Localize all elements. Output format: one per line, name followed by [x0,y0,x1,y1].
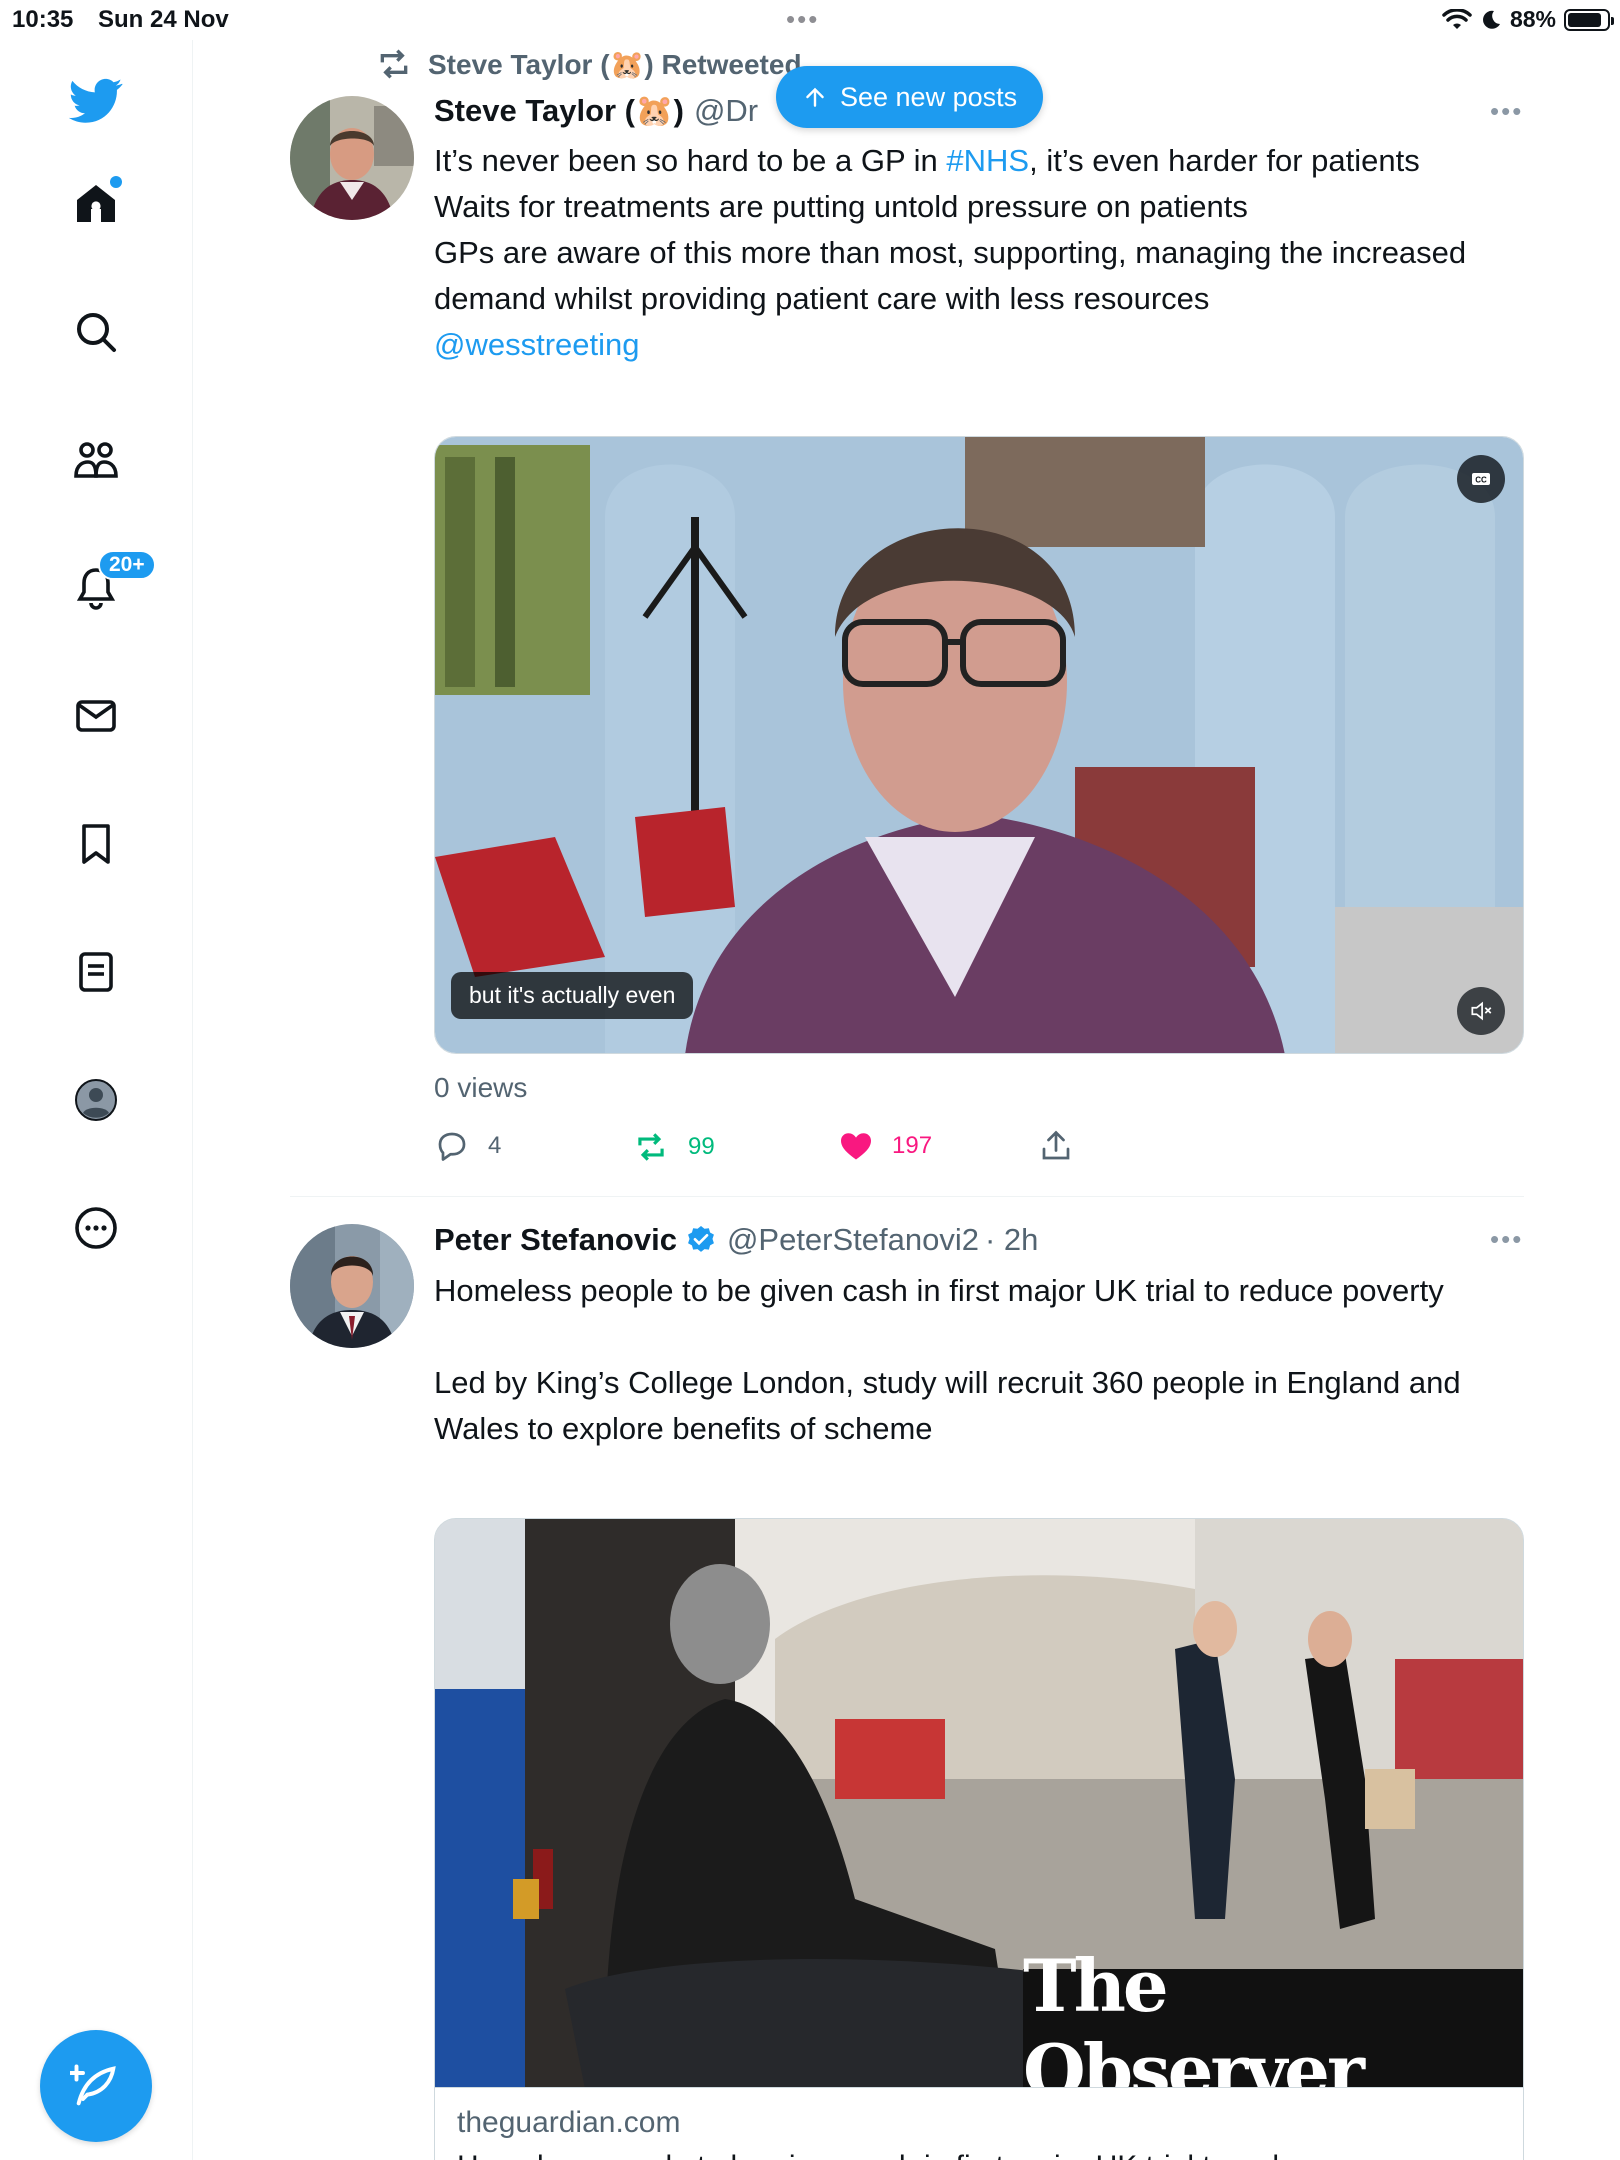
sidebar-nav: 20+ [0,40,193,2160]
share-button[interactable] [1038,1128,1074,1164]
reply-button[interactable]: 4 [434,1128,501,1164]
sidebar-item-communities[interactable] [64,428,128,492]
notifications-badge: 20+ [98,550,156,580]
profile-avatar-icon [75,1079,117,1121]
sidebar-item-more[interactable] [64,1196,128,1260]
status-right: 88% [1442,6,1614,33]
see-new-posts-button[interactable]: See new posts [776,66,1044,128]
sidebar-item-notifications[interactable]: 20+ [64,550,156,620]
hashtag-link[interactable]: #NHS [946,143,1029,178]
reply-count: 4 [488,1132,502,1159]
status-date: Sun 24 Nov [98,6,229,33]
like-button[interactable]: 197 [838,1128,932,1164]
author-handle[interactable]: @Dr [694,93,758,129]
battery-percent: 88% [1509,6,1556,32]
closed-captions-button[interactable]: CC [1457,455,1505,503]
tweet-paragraph: Led by King’s College London, study will… [434,1365,1461,1446]
multitasking-dots-icon[interactable]: ••• [786,4,819,35]
retweet-icon [380,49,408,79]
heart-filled-icon [841,1133,871,1160]
tweet-time[interactable]: · 2h [985,1222,1038,1258]
tweet-text-part: , it’s even harder for patients [1029,143,1420,178]
search-icon [77,313,116,352]
mention-link[interactable]: @wesstreeting [434,327,640,362]
card-title: Homeless people to be given cash in firs… [457,2150,1352,2160]
like-count: 197 [892,1132,933,1159]
sidebar-item-profile[interactable] [64,1068,128,1132]
speaker-muted-icon [1471,1001,1492,1021]
status-bar: 10:35 Sun 24 Nov ••• 88% [0,0,1620,40]
tweet-more-icon[interactable]: ••• [1490,1224,1523,1255]
svg-text:CC: CC [1475,476,1487,485]
video-player[interactable]: CC but it's actually even [434,436,1524,1054]
arrow-up-icon [806,87,824,107]
tweet-more-icon[interactable]: ••• [1490,96,1523,127]
mute-button[interactable] [1457,987,1505,1035]
see-new-posts-label: See new posts [840,81,1018,112]
views-count: 0 views [434,1072,528,1103]
status-time: 10:35 [12,6,74,33]
retweet-icon [638,1133,664,1161]
retweet-button[interactable]: 99 [632,1128,715,1166]
video-frame [435,437,1523,1053]
card-domain: theguardian.com [457,2106,681,2139]
battery-icon [1564,8,1614,31]
link-card-footer[interactable]: theguardian.com Homeless people to be gi… [434,2088,1524,2160]
cc-icon: CC [1472,473,1490,485]
verified-badge-icon [688,1226,714,1252]
avatar[interactable] [290,1224,414,1348]
home-unread-dot [110,176,122,188]
tweet-text-line: Waits for treatments are putting untold … [434,189,1248,224]
tweet-header: Steve Taylor (🐹) @Dr [434,92,758,129]
bookmark-icon [82,824,110,864]
tweet-actions: 4 99 197 [434,1128,1434,1168]
sidebar-item-messages[interactable] [64,684,128,748]
retweeted-by-label: Steve Taylor (🐹) Retweeted [428,48,802,80]
tweet-text: It’s never been so hard to be a GP in #N… [434,138,1524,368]
tweet-text-part: It’s never been so hard to be a GP in [434,143,947,178]
wifi-icon [1442,8,1472,29]
tweet-divider [290,1196,1524,1197]
author-name[interactable]: Steve Taylor (🐹) [434,92,684,129]
video-caption: but it's actually even [451,972,694,1019]
sidebar-item-lists[interactable] [64,940,128,1004]
link-card-image[interactable]: The Observer [434,1518,1524,2088]
author-name[interactable]: Peter Stefanovic [434,1222,677,1258]
more-circle-icon [75,1207,117,1249]
battery-fill [1568,12,1602,27]
twitter-logo-icon[interactable] [64,68,128,132]
reply-icon [438,1132,466,1161]
retweet-count: 99 [688,1133,715,1160]
moon-icon [1483,10,1500,29]
avatar[interactable] [290,96,414,220]
tweet-header: Peter Stefanovic @PeterStefanovi2 · 2h [434,1222,1038,1258]
retweet-context[interactable]: Steve Taylor (🐹) Retweeted [374,44,802,84]
tweet-paragraph: Homeless people to be given cash in firs… [434,1273,1444,1308]
publication-watermark: The Observer [1023,1943,1523,2087]
sidebar-item-bookmarks[interactable] [64,812,128,876]
tweet-text-line: GPs are aware of this more than most, su… [434,235,1467,316]
lists-icon [79,952,113,992]
sidebar-item-search[interactable] [64,300,128,364]
sidebar-item-home[interactable] [64,172,128,236]
envelope-icon [76,700,116,732]
share-icon [1042,1130,1070,1160]
compose-feather-icon [70,2064,116,2106]
author-handle[interactable]: @PeterStefanovi2 [727,1222,979,1258]
compose-button[interactable] [40,2030,152,2142]
tweet-text: Homeless people to be given cash in firs… [434,1268,1524,1452]
communities-icon [74,442,118,478]
